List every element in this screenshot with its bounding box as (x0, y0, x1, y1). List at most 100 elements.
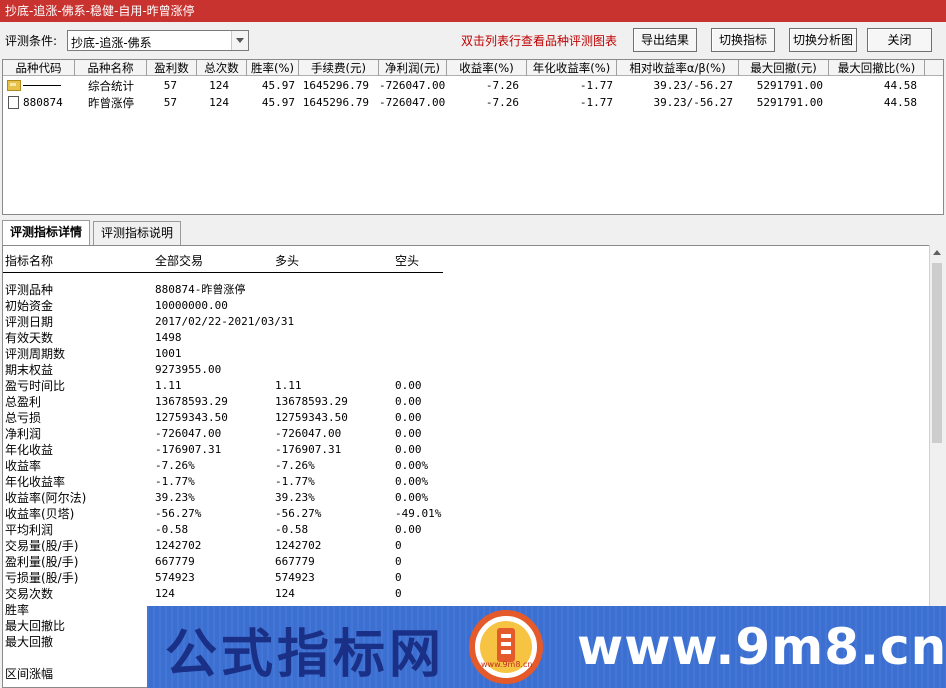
detail-value-short: 0.00% (395, 475, 429, 488)
detail-value-all: 1001 (155, 347, 182, 360)
cell-winrate: 45.97 (261, 96, 295, 109)
column-header[interactable]: 手续费(元) (299, 60, 379, 76)
detail-value-long: 39.23% (275, 491, 315, 504)
switch-indicator-button[interactable]: 切换指标 (711, 28, 775, 52)
detail-value-all: 1242702 (155, 539, 202, 552)
column-header[interactable]: 净利润(元) (379, 60, 447, 76)
detail-label: 最大回撤比 (5, 619, 66, 633)
detail-row: 评测品种 880874-昨曾涨停 (3, 282, 603, 298)
detail-label: 平均利润 (5, 523, 54, 537)
detail-row: 平均利润 -0.58 -0.58 0.00 (3, 522, 603, 538)
detail-value-long: -0.58 (275, 523, 309, 536)
chevron-down-icon[interactable] (231, 31, 248, 50)
detail-value-short: 0 (395, 571, 402, 584)
detail-value-all: 39.23% (155, 491, 195, 504)
cell-net: -726047.00 (379, 96, 446, 109)
logo-caption: www.9m8.cn (481, 660, 533, 669)
cell-wins: 57 (163, 96, 177, 109)
cell-fee: 1645296.79 (302, 79, 369, 92)
site-logo-icon (469, 610, 543, 684)
column-header[interactable]: 最大回撤(元) (739, 60, 829, 76)
table-row[interactable]: 综合统计 57 124 45.97 1645296.79 -726047.00 … (3, 78, 943, 94)
detail-row: 评测周期数 1001 (3, 346, 603, 362)
close-button[interactable]: 关闭 (867, 28, 932, 52)
detail-value-all: -56.27% (155, 507, 202, 520)
detail-value-short: 0.00 (395, 427, 422, 440)
cell-relative: 39.23/-56.27 (653, 96, 733, 109)
column-header[interactable]: 胜率(%) (247, 60, 299, 76)
detail-value-all: 12759343.50 (155, 411, 228, 424)
detail-row: 收益率(阿尔法) 39.23% 39.23% 0.00% (3, 490, 603, 506)
detail-value-short: 0.00 (395, 523, 422, 536)
column-header[interactable]: 盈利数 (147, 60, 197, 76)
detail-label: 盈利量(股/手) (5, 555, 79, 569)
detail-row: 盈利量(股/手) 667779 667779 0 (3, 554, 603, 570)
cell-name: 昨曾涨停 (88, 96, 134, 110)
detail-label: 亏损量(股/手) (5, 571, 79, 585)
detail-value-long: 574923 (275, 571, 315, 584)
detail-value-long: 1242702 (275, 539, 322, 552)
detail-row: 交易量(股/手) 1242702 1242702 0 (3, 538, 603, 554)
cell-maxdd: 5291791.00 (756, 79, 823, 92)
switch-chart-button[interactable]: 切换分析图 (789, 28, 857, 52)
export-results-button[interactable]: 导出结果 (633, 28, 697, 52)
condition-select-value: 抄底-追涨-佛系 (71, 36, 152, 50)
detail-label: 收益率 (5, 459, 42, 473)
column-header[interactable]: 品种名称 (75, 60, 147, 76)
window-title-bar[interactable]: 抄底-追涨-佛系-稳健-自用-昨曾涨停 (0, 0, 946, 22)
detail-label: 总盈利 (5, 395, 42, 409)
detail-row: 评测日期 2017/02/22-2021/03/31 (3, 314, 603, 330)
detail-row: 收益率 -7.26% -7.26% 0.00% (3, 458, 603, 474)
toolbar: 评测条件: 抄底-追涨-佛系 双击列表行查看品种评测图表 导出结果 切换指标 切… (0, 22, 946, 58)
detail-value-all: 1.11 (155, 379, 182, 392)
cell-return: -7.26 (485, 79, 519, 92)
detail-value-all: 10000000.00 (155, 299, 228, 312)
watermark-url: www.9m8.cn (577, 618, 946, 676)
cell-total: 124 (209, 96, 229, 109)
cell-code (23, 78, 73, 94)
detail-header-name: 指标名称 (5, 254, 54, 268)
column-header[interactable]: 相对收益率α/β(%) (617, 60, 739, 76)
table-row[interactable]: 880874 昨曾涨停 57 124 45.97 1645296.79 -726… (3, 95, 943, 111)
detail-value-all: -0.58 (155, 523, 189, 536)
detail-value-long: -7.26% (275, 459, 315, 472)
column-header[interactable]: 品种代码 (3, 60, 75, 76)
detail-label: 区间涨幅 (5, 667, 54, 681)
column-header[interactable]: 总次数 (197, 60, 247, 76)
detail-label: 评测品种 (5, 283, 54, 297)
detail-row: 年化收益率 -1.77% -1.77% 0.00% (3, 474, 603, 490)
detail-label: 最大回撤 (5, 635, 54, 649)
detail-value-all: 9273955.00 (155, 363, 222, 376)
detail-label: 年化收益率 (5, 475, 66, 489)
detail-value-short: 0.00 (395, 379, 422, 392)
scroll-up-icon[interactable] (933, 250, 941, 255)
column-header[interactable]: 收益率(%) (447, 60, 527, 76)
scroll-thumb[interactable] (932, 263, 942, 443)
detail-row: 交易次数 124 124 0 (3, 586, 603, 602)
detail-header-short: 空头 (395, 254, 420, 268)
cell-code: 880874 (23, 96, 63, 109)
detail-label: 交易次数 (5, 587, 54, 601)
detail-label: 有效天数 (5, 331, 54, 345)
detail-row: 收益率(贝塔) -56.27% -56.27% -49.01% (3, 506, 603, 522)
header-divider (3, 272, 443, 273)
detail-row: 亏损量(股/手) 574923 574923 0 (3, 570, 603, 586)
watermark-brand: 公式指标网 (165, 625, 446, 685)
detail-value-all: -7.26% (155, 459, 195, 472)
detail-value-short: 0.00 (395, 395, 422, 408)
detail-row: 总亏损 12759343.50 12759343.50 0.00 (3, 410, 603, 426)
detail-row: 有效天数 1498 (3, 330, 603, 346)
detail-label: 评测周期数 (5, 347, 66, 361)
column-header[interactable]: 年化收益率(%) (527, 60, 617, 76)
detail-label: 收益率(阿尔法) (5, 491, 87, 505)
tab-indicator-description[interactable]: 评测指标说明 (93, 221, 182, 245)
double-click-hint: 双击列表行查看品种评测图表 (461, 34, 618, 48)
detail-value-long: 12759343.50 (275, 411, 348, 424)
detail-label: 盈亏时间比 (5, 379, 66, 393)
tab-indicator-details[interactable]: 评测指标详情 (2, 220, 91, 246)
detail-value-short: 0.00 (395, 411, 422, 424)
condition-select[interactable]: 抄底-追涨-佛系 (67, 30, 249, 51)
detail-value-short: 0 (395, 539, 402, 552)
column-header[interactable]: 最大回撤比(%) (829, 60, 925, 76)
cell-fee: 1645296.79 (302, 96, 369, 109)
